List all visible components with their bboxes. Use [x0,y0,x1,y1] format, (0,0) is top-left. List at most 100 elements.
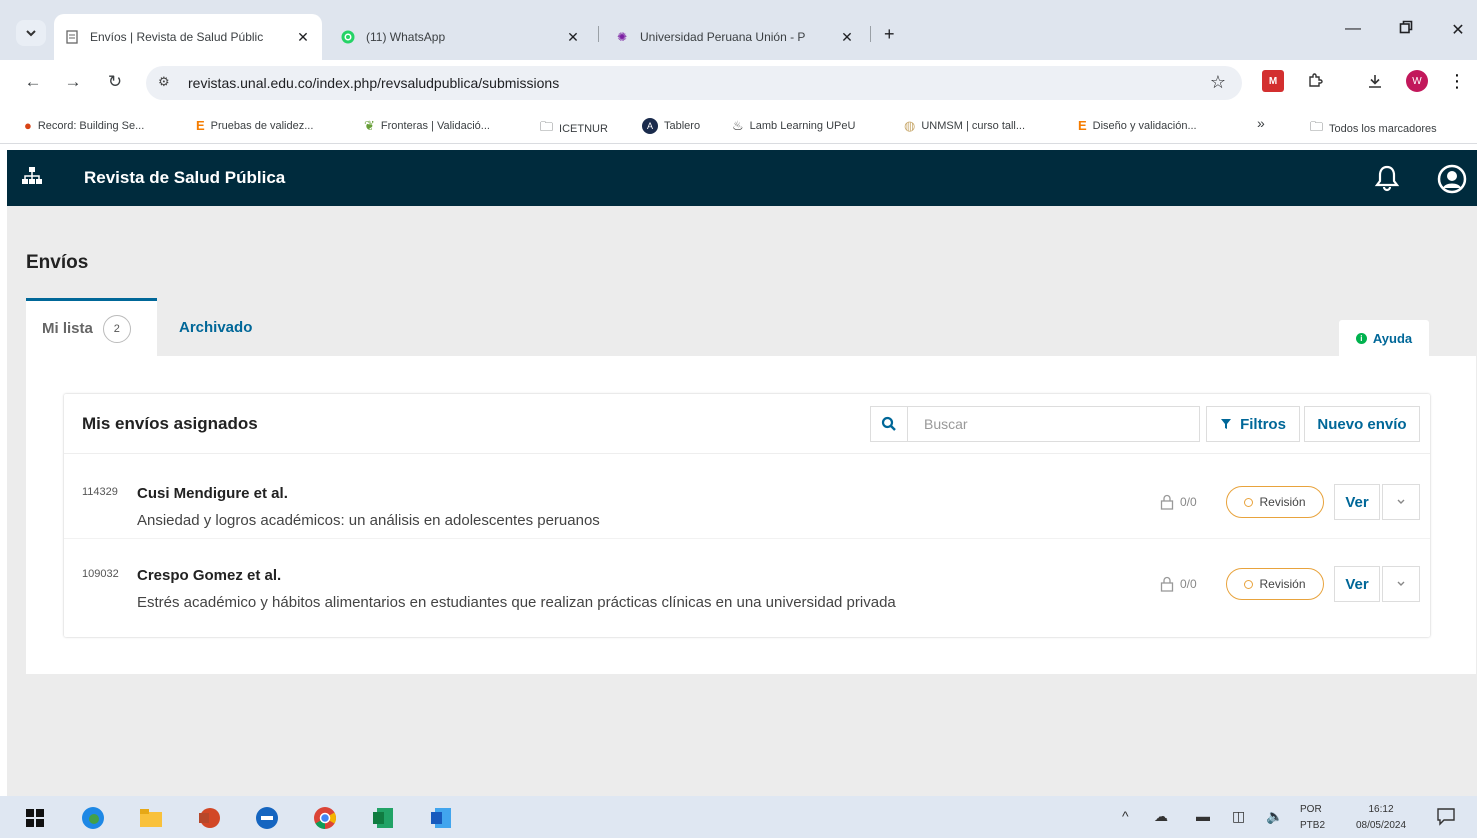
new-tab-button[interactable]: + [884,24,895,45]
download-icon[interactable] [1364,70,1386,92]
row-divider [64,538,1430,539]
address-bar[interactable]: ⚙ revistas.unal.edu.co/index.php/revsalu… [146,66,1242,100]
count-badge: 2 [102,314,131,343]
tab-separator [870,26,871,42]
minimize-icon[interactable]: — [1343,20,1363,38]
bookmark-item[interactable]: 🗀 ICETNUR [540,118,608,140]
app-title[interactable]: Revista de Salud Pública [84,168,285,188]
windows-start-icon[interactable] [22,805,48,831]
notifications-icon[interactable] [1436,806,1456,831]
forward-arrow-icon[interactable]: → [62,72,84,92]
bookmark-item[interactable]: ❦ Fronteras | Validació... [364,118,490,134]
bookmark-item[interactable]: ◍ UNMSM | curso tall... [904,118,1025,134]
search-icon[interactable] [870,406,908,442]
submission-authors: Crespo Gomez et al. [137,567,282,584]
tab-content: Mis envíos asignados Filtros Nuevo envío… [26,356,1476,674]
chrome-icon[interactable] [312,805,338,831]
view-button[interactable]: Ver [1334,566,1380,602]
submission-id: 114329 [82,486,118,498]
tab-title: (11) WhatsApp [366,30,446,44]
site-settings-icon[interactable]: ⚙ [158,74,170,90]
stage-badge: Revisión [1226,486,1324,518]
reload-icon[interactable]: ↻ [104,72,126,92]
stage-ring-icon [1244,579,1254,589]
help-button[interactable]: i Ayuda [1339,320,1429,356]
file-explorer-icon[interactable] [138,805,164,831]
lock-icon [1160,494,1174,510]
expand-row-button[interactable] [1382,484,1420,520]
tab-archived[interactable]: Archivado [179,298,252,356]
chat-app-icon[interactable] [254,805,280,831]
chevron-down-icon [1397,499,1405,504]
all-bookmarks[interactable]: 🗀 Todos los marcadores [1310,118,1437,140]
submission-title: Estrés académico y hábitos alimentarios … [137,594,896,611]
bookmark-item[interactable]: ♨ Lamb Learning UPeU [732,118,855,134]
close-icon[interactable]: ✕ [294,29,312,46]
powerpoint-icon[interactable] [196,805,222,831]
bookmarks-overflow-button[interactable]: » [1257,115,1265,131]
search-input[interactable] [908,406,1200,442]
record-icon: ● [24,118,32,133]
letter-e-icon: E [1078,118,1087,133]
extension-red-icon[interactable]: M [1262,70,1284,92]
filters-button[interactable]: Filtros [1206,406,1300,442]
info-icon: i [1355,332,1367,344]
stage-badge: Revisión [1226,568,1324,600]
letter-e-icon: E [196,118,205,133]
battery-icon[interactable]: ▬ [1196,808,1210,824]
edge-icon[interactable] [80,805,106,831]
back-arrow-icon[interactable]: ← [22,72,44,92]
close-icon[interactable]: ✕ [564,29,582,46]
submission-title: Ansiedad y logros académicos: un análisi… [137,512,600,529]
new-submission-button[interactable]: Nuevo envío [1304,406,1420,442]
url-text: revistas.unal.edu.co/index.php/revsaludp… [188,75,560,91]
excel-icon[interactable] [370,805,396,831]
main-area: Envíos Mi lista 2 Archivado i Ayuda Mis … [7,206,1477,796]
panel-title: Mis envíos asignados [82,414,258,433]
tray-chevron-up-icon[interactable]: ^ [1122,808,1129,824]
app-header: Revista de Salud Pública [7,150,1477,206]
stage-ring-icon [1244,497,1254,507]
taskbar: ^ ☁ ▬ ◫ 🔈 POR PTB2 16:12 08/05/2024 [0,796,1477,838]
user-account-icon[interactable] [1437,164,1467,199]
whatsapp-icon [340,29,356,45]
browser-tab-whatsapp[interactable]: (11) WhatsApp ✕ [330,14,592,60]
restore-icon[interactable] [1396,20,1416,39]
bookmark-item[interactable]: E Diseño y validación... [1078,118,1197,133]
submission-row[interactable]: 114329 Cusi Mendigure et al. Ansiedad y … [64,464,1430,544]
clock[interactable]: 16:12 08/05/2024 [1343,802,1419,834]
network-icon[interactable]: ◫ [1232,808,1245,825]
bookmark-star-icon[interactable]: ☆ [1210,72,1226,93]
word-icon[interactable] [428,805,454,831]
close-icon[interactable]: ✕ [838,29,856,46]
browser-tab-envios[interactable]: Envíos | Revista de Salud Públic ✕ [54,14,322,60]
extensions-puzzle-icon[interactable] [1304,70,1326,92]
submission-authors: Cusi Mendigure et al. [137,485,288,502]
tab-search-button[interactable] [16,20,46,46]
filter-icon [1221,419,1232,429]
help-label: Ayuda [1372,330,1413,346]
input-language[interactable]: POR PTB2 [1300,802,1325,834]
bookmarks-bar: ● Record: Building Se... E Pruebas de vali… [0,106,1477,144]
profile-avatar[interactable]: W [1406,70,1428,92]
sitemap-icon[interactable] [21,166,43,191]
expand-row-button[interactable] [1382,566,1420,602]
tasks-count: 0/0 [1160,494,1197,510]
browser-tab-upeu[interactable]: ✺ Universidad Peruana Unión - P ✕ [604,14,866,60]
leaf-icon: ❦ [364,118,375,133]
bookmark-item[interactable]: E Pruebas de validez... [196,118,313,133]
onedrive-icon[interactable]: ☁ [1154,808,1168,825]
bookmark-item[interactable]: ● Record: Building Se... [24,118,144,133]
submission-row[interactable]: 109032 Crespo Gomez et al. Estrés académ… [64,546,1430,626]
bell-icon[interactable] [1374,164,1400,197]
lock-icon [1160,576,1174,592]
chevron-down-icon [1397,581,1405,586]
submission-id: 109032 [82,568,119,580]
bookmark-item[interactable]: A Tablero [642,118,700,134]
volume-icon[interactable]: 🔈 [1266,808,1283,825]
view-button[interactable]: Ver [1334,484,1380,520]
tab-my-list[interactable]: Mi lista 2 [26,298,157,356]
panel-header: Mis envíos asignados Filtros Nuevo envío [64,394,1430,454]
window-close-icon[interactable]: ✕ [1448,20,1468,40]
more-menu-icon[interactable]: ⋮ [1446,70,1468,92]
